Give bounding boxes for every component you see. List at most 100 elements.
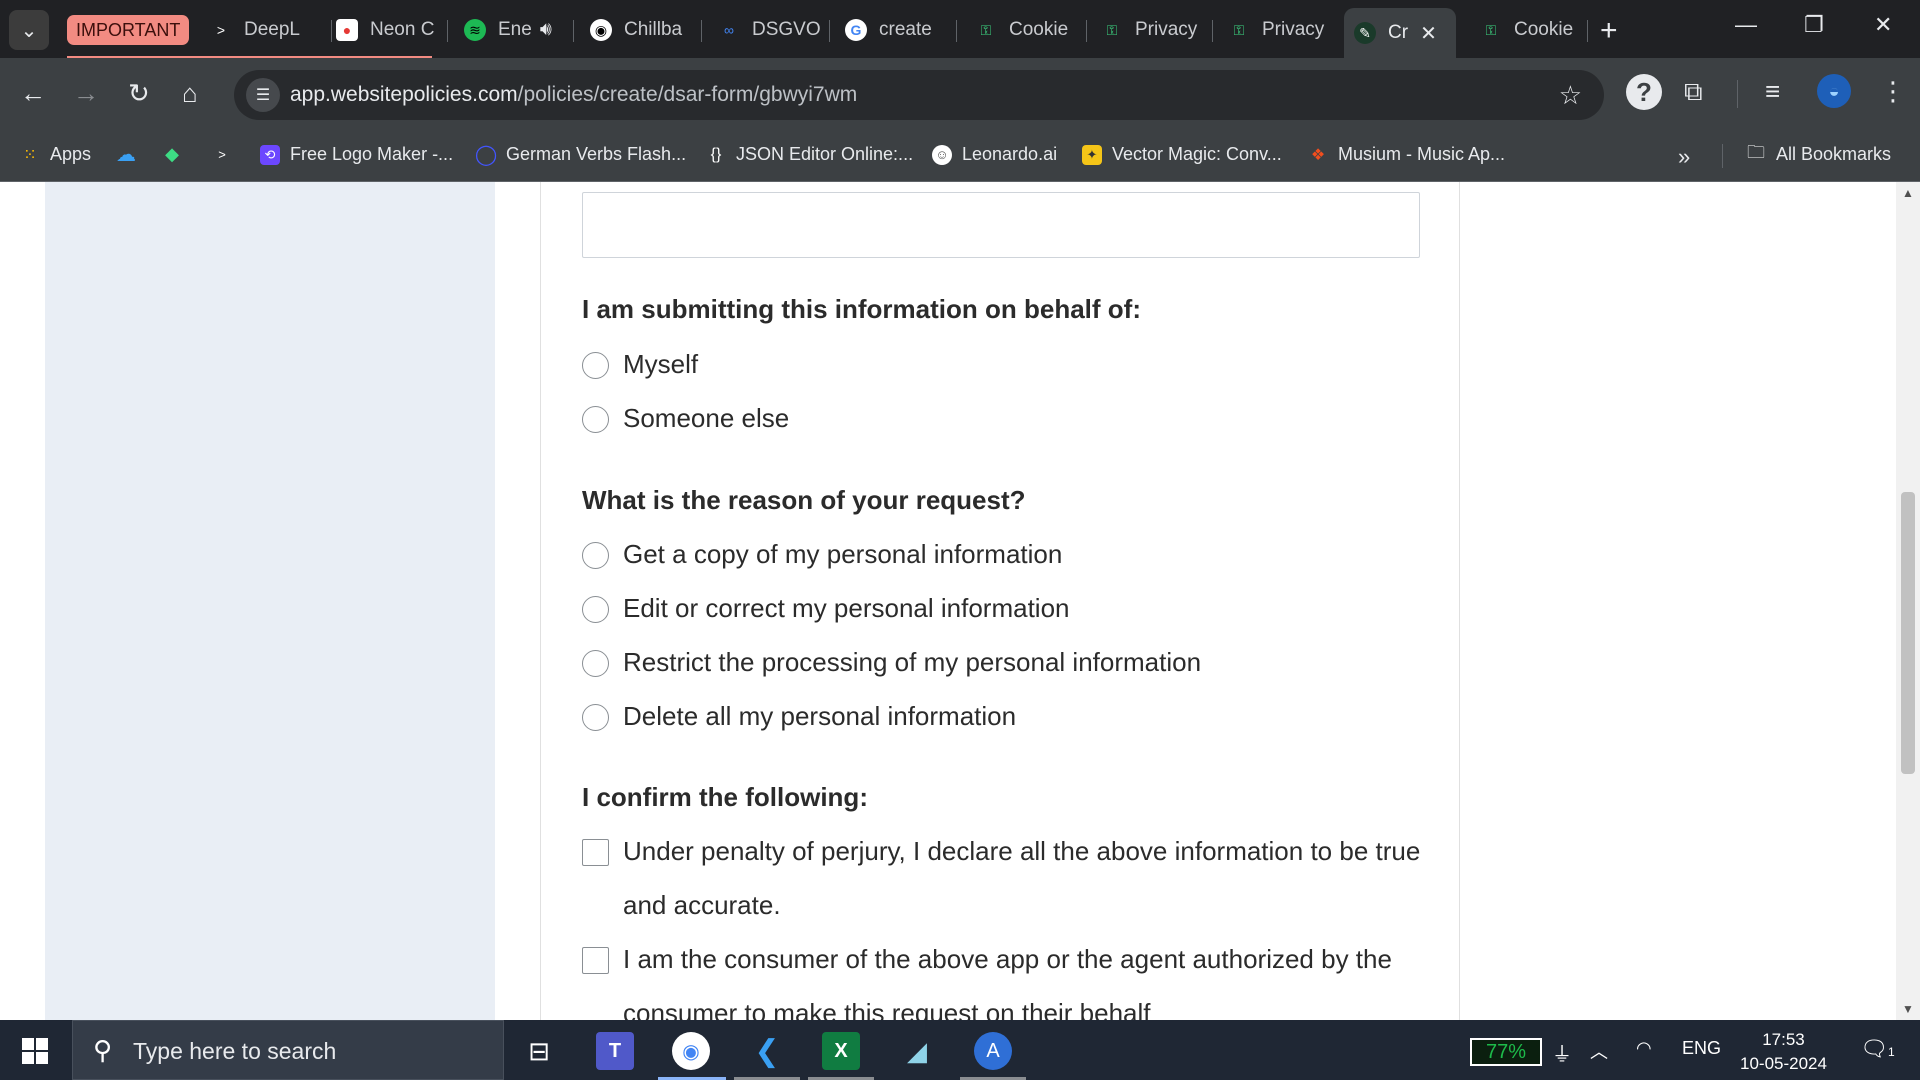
radio-option-restrict[interactable]: Restrict the processing of my personal i…	[582, 647, 1443, 689]
bookmark-star-icon[interactable]: ☆	[1559, 80, 1582, 111]
bookmark-leonardo[interactable]: ☺ Leonardo.ai	[932, 144, 1057, 165]
tab-separator	[1086, 20, 1087, 42]
tab-strip: ⌄ IMPORTANT > DeepL ● Neon C ≋ Ene 🔊︎ ◉ …	[0, 0, 1920, 58]
radio-button[interactable]	[582, 650, 609, 677]
tab-google[interactable]: G create	[845, 8, 957, 52]
app-store-icon[interactable]: A	[974, 1032, 1012, 1070]
tab-separator	[1212, 20, 1213, 42]
option-label: Restrict the processing of my personal i…	[623, 647, 1202, 677]
extensions-puzzle-icon[interactable]: ⧉	[1684, 76, 1703, 108]
radio-button[interactable]	[582, 406, 609, 433]
clock[interactable]: 17:53 10-05-2024	[1740, 1028, 1827, 1076]
details-textarea[interactable]	[582, 192, 1420, 258]
language-indicator[interactable]: ENG	[1682, 1038, 1721, 1059]
bookmark-german-verbs[interactable]: ◯ German Verbs Flash...	[475, 144, 686, 166]
browser-toolbar: ← → ↻ ⌂ ☰ app.websitepolicies.com/polici…	[0, 58, 1920, 130]
scroll-up-arrow-icon[interactable]: ▲	[1902, 186, 1914, 200]
radio-option-someone-else[interactable]: Someone else	[582, 403, 1443, 445]
scroll-down-arrow-icon[interactable]: ▼	[1902, 1002, 1914, 1016]
tab-spotify[interactable]: ≋ Ene 🔊︎	[464, 8, 574, 52]
cloud-icon: ☁	[116, 143, 136, 166]
tab-label: Cr	[1388, 22, 1409, 43]
vector-magic-icon: ✦	[1082, 144, 1102, 165]
bookmark-musium[interactable]: ❖ Musium - Music Ap...	[1308, 144, 1505, 165]
radio-option-edit[interactable]: Edit or correct my personal information	[582, 593, 1443, 635]
tab-label: Neon C	[370, 19, 435, 40]
tab-active-websitepolicies[interactable]: ✎ Cr ✕	[1344, 8, 1456, 58]
page-scrollbar[interactable]: ▲ ▼	[1896, 182, 1920, 1020]
radio-button[interactable]	[582, 596, 609, 623]
checkbox[interactable]	[582, 947, 609, 974]
restore-icon[interactable]: ❐	[1804, 12, 1824, 38]
taskbar-search-box[interactable]: ⚲ Type here to search	[72, 1020, 504, 1080]
tab-github[interactable]: ◉ Chillba	[590, 8, 702, 52]
notification-center-icon[interactable]: 🗨︎1	[1860, 1036, 1895, 1062]
tab-separator	[447, 20, 448, 42]
url-text[interactable]: app.websitepolicies.com/policies/create/…	[290, 83, 857, 107]
address-bar[interactable]: ☰ app.websitepolicies.com/policies/creat…	[234, 70, 1604, 120]
scroll-thumb[interactable]	[1901, 492, 1915, 774]
speaker-icon[interactable]: 🔊︎	[540, 19, 552, 41]
bookmarks-overflow-icon[interactable]: »	[1678, 144, 1690, 170]
tab-search-button[interactable]: ⌄	[9, 10, 49, 50]
page-viewport: I am submitting this information on beha…	[0, 182, 1920, 1028]
bookmark-label: All Bookmarks	[1776, 144, 1892, 164]
radio-option-copy[interactable]: Get a copy of my personal information	[582, 539, 1443, 581]
bookmark-onedrive[interactable]: ☁	[116, 143, 146, 166]
option-label: Edit or correct my personal information	[623, 593, 1070, 623]
bookmark-vector-magic[interactable]: ✦ Vector Magic: Conv...	[1082, 144, 1282, 165]
tab-label: Cookie	[1009, 19, 1069, 40]
tab-separator	[956, 20, 957, 42]
notes-app-icon[interactable]: ◢	[898, 1032, 936, 1070]
radio-button[interactable]	[582, 542, 609, 569]
close-icon[interactable]: ✕	[1420, 21, 1437, 46]
forward-arrow-icon[interactable]: →	[73, 78, 99, 109]
back-arrow-icon[interactable]: ←	[20, 78, 46, 109]
teams-icon[interactable]: T	[596, 1032, 634, 1070]
site-info-icon[interactable]: ☰	[246, 78, 280, 112]
profile-avatar[interactable]: ◒	[1817, 74, 1851, 108]
radio-button[interactable]	[582, 352, 609, 379]
tab-deepl[interactable]: > DeepL	[210, 8, 332, 52]
bookmark-logo-maker[interactable]: ⟲ Free Logo Maker -...	[260, 144, 453, 165]
bookmark-deepl[interactable]: >	[212, 144, 242, 164]
excel-icon[interactable]: X	[822, 1032, 860, 1070]
battery-indicator[interactable]: 77%	[1470, 1038, 1542, 1066]
bookmark-label: Vector Magic: Conv...	[1112, 144, 1282, 164]
help-extension-icon[interactable]: ?	[1626, 74, 1662, 110]
windows-taskbar: ⚲ Type here to search ⊟ T ◉ ❮ X ◢ A 77% …	[0, 1020, 1920, 1080]
media-control-icon[interactable]: ≡	[1765, 76, 1780, 107]
close-window-icon[interactable]: ✕	[1874, 12, 1892, 38]
checkbox[interactable]	[582, 839, 609, 866]
task-view-icon[interactable]: ⊟	[520, 1032, 558, 1070]
key-icon: ⚿	[1485, 21, 1497, 38]
search-icon: ⚲	[93, 1035, 113, 1065]
tab-privacy-2[interactable]: ⚿ Privacy	[1228, 8, 1338, 52]
tab-cookie[interactable]: ⚿ Cookie	[975, 8, 1087, 52]
reload-icon[interactable]: ↻	[128, 78, 150, 109]
wifi-icon[interactable]: ◠	[1636, 1038, 1652, 1059]
tab-cookie-2[interactable]: ⚿ Cookie	[1480, 8, 1588, 52]
radio-button[interactable]	[582, 704, 609, 731]
vscode-icon[interactable]: ❮	[748, 1032, 786, 1070]
tab-group-important[interactable]: IMPORTANT	[67, 15, 190, 45]
minimize-icon[interactable]: —	[1735, 12, 1757, 38]
radio-option-delete[interactable]: Delete all my personal information	[582, 701, 1443, 743]
chrome-icon[interactable]: ◉	[672, 1032, 710, 1070]
bookmark-json-editor[interactable]: {} JSON Editor Online:...	[706, 144, 913, 165]
checkbox-option-perjury[interactable]: Under penalty of perjury, I declare all …	[582, 836, 1443, 932]
menu-dots-icon[interactable]: ⋮	[1880, 76, 1906, 107]
reason-question: What is the reason of your request?	[582, 485, 1026, 515]
tab-dsgvo[interactable]: ∞ DSGVO	[718, 8, 830, 52]
bookmark-apps[interactable]: ⁙ Apps	[20, 144, 91, 165]
new-tab-button[interactable]: +	[1600, 14, 1618, 48]
tab-neon[interactable]: ● Neon C	[336, 8, 448, 52]
tray-overflow-icon[interactable]: ︿	[1590, 1038, 1608, 1064]
tab-privacy[interactable]: ⚿ Privacy	[1101, 8, 1213, 52]
all-bookmarks[interactable]: 🗀 All Bookmarks	[1746, 142, 1892, 165]
windows-start-icon[interactable]	[22, 1038, 48, 1064]
power-plug-icon[interactable]: ⏚	[1552, 1038, 1572, 1067]
home-icon[interactable]: ⌂	[182, 78, 198, 109]
radio-option-myself[interactable]: Myself	[582, 349, 1443, 391]
bookmark-leaf[interactable]: ◆	[162, 144, 192, 164]
